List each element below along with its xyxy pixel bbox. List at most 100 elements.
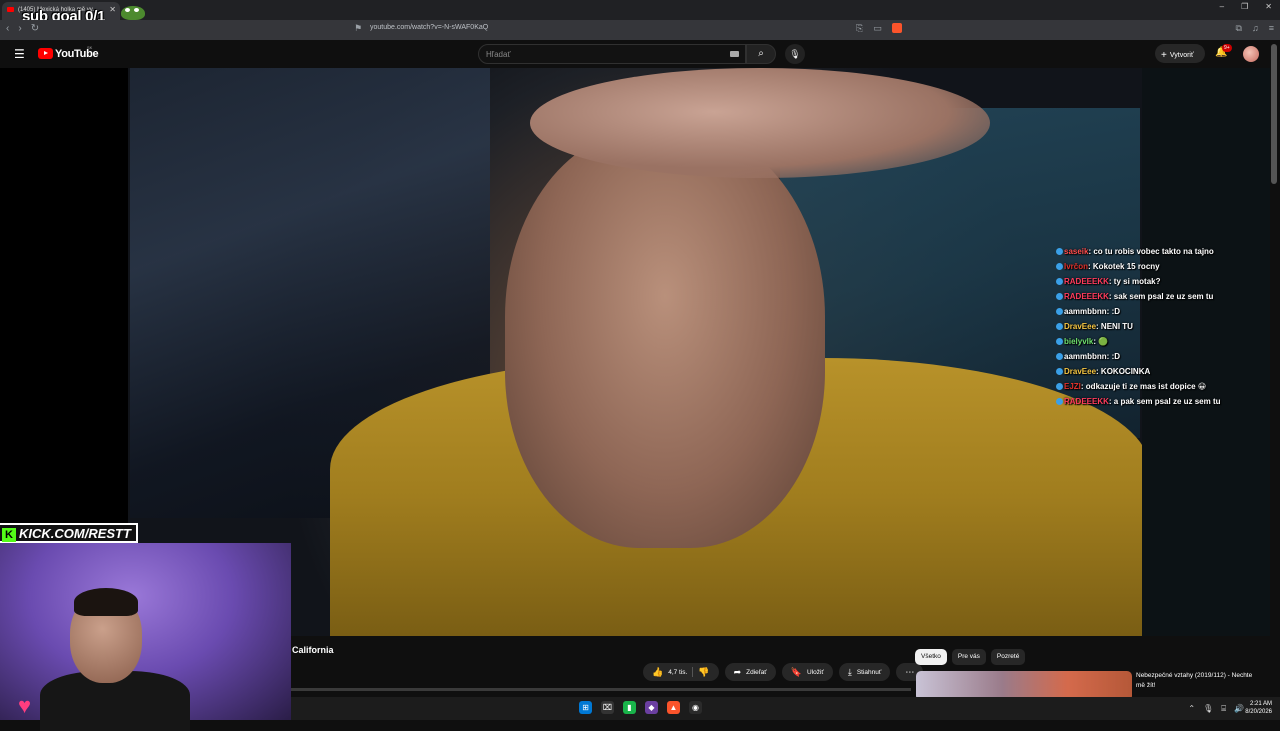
tray-expand-icon[interactable]: ⌃ bbox=[1188, 704, 1195, 714]
chat-username: bielyvlk bbox=[1064, 337, 1094, 346]
search-placeholder: Hľadať bbox=[486, 50, 511, 59]
bookmark-icon[interactable]: ⚑ bbox=[354, 23, 362, 34]
mic-tray-icon[interactable]: 🎙 bbox=[1203, 704, 1213, 714]
app-green-icon[interactable]: ▮ bbox=[623, 701, 636, 714]
taskbar-clock[interactable]: 2:21 AM 8/20/2026 bbox=[1245, 700, 1272, 716]
search-button[interactable]: ⌕ bbox=[746, 44, 776, 64]
youtube-favicon-icon bbox=[7, 7, 14, 12]
close-window-icon[interactable]: ✕ bbox=[1265, 2, 1272, 11]
chat-text: ty si motak? bbox=[1113, 277, 1161, 286]
hamburger-menu-icon[interactable]: ☰ bbox=[14, 47, 25, 61]
chat-message: DravEee: NENI TU bbox=[1056, 321, 1226, 332]
network-icon[interactable]: ⌸ bbox=[1221, 704, 1226, 714]
frog-emote-icon bbox=[121, 6, 145, 20]
plus-icon: + bbox=[1161, 50, 1167, 61]
video-actions: 👍 4,7 tis. 👎 ➦ Zdieľať 🔖 Uložiť ⤓ Stiahnuť ⋯ bbox=[643, 663, 924, 681]
youtube-header: ☰ YouTube SK Hľadať ⌕ 🎙 + Vytvoriť 🔔 9+ bbox=[0, 40, 1280, 68]
like-count: 4,7 tis. bbox=[668, 668, 688, 676]
chat-badge-icon bbox=[1056, 293, 1063, 300]
back-icon[interactable]: ‹ bbox=[6, 23, 9, 34]
recommended-video-title[interactable]: Nebezpečné vztahy (2019/112) - Nechte mě… bbox=[1136, 671, 1256, 691]
like-button[interactable]: 👍 4,7 tis. 👎 bbox=[643, 663, 719, 681]
brave-shield-icon[interactable] bbox=[891, 23, 902, 33]
account-avatar[interactable] bbox=[1243, 46, 1259, 62]
obs-icon[interactable]: ◉ bbox=[689, 701, 702, 714]
search-input[interactable]: Hľadať bbox=[478, 44, 746, 64]
chat-badge-icon bbox=[1056, 263, 1063, 270]
chip-for-you[interactable]: Pre vás bbox=[951, 649, 986, 665]
chat-message: saseik: co tu robis vobec takto na tajno bbox=[1056, 246, 1226, 257]
chat-message: Ivrčon: Kokotek 15 rocny bbox=[1056, 261, 1226, 272]
minimize-icon[interactable]: – bbox=[1220, 2, 1224, 11]
create-button[interactable]: + Vytvoriť bbox=[1155, 44, 1205, 63]
window-controls: – ❐ ✕ bbox=[1220, 2, 1272, 11]
heart-icon: ♥ bbox=[18, 693, 32, 718]
chat-badge-icon bbox=[1056, 353, 1063, 360]
forward-icon[interactable]: › bbox=[18, 23, 21, 34]
clock-date: 8/20/2026 bbox=[1245, 709, 1272, 715]
media-icon[interactable]: ♫ bbox=[1252, 23, 1259, 34]
microphone-icon: 🎙 bbox=[789, 49, 801, 59]
terminal-icon[interactable]: ⌧ bbox=[601, 701, 614, 714]
chip-all[interactable]: Všetko bbox=[915, 649, 947, 665]
streamer-webcam: ♥ bbox=[0, 543, 291, 731]
taskbar-apps: ⊞ ⌧ ▮ ◆ ▲ ◉ bbox=[579, 701, 702, 714]
browser-menu-icon[interactable]: ≡ bbox=[1269, 23, 1274, 34]
chat-text: KOKOCINKA bbox=[1100, 367, 1151, 376]
restore-icon[interactable]: ❐ bbox=[1241, 2, 1248, 11]
volume-icon[interactable]: 🔊 bbox=[1234, 704, 1244, 714]
kick-channel-banner: K KICK.COM/RESTT bbox=[0, 523, 138, 543]
download-icon: ⤓ bbox=[847, 666, 852, 677]
app-purple-icon[interactable]: ◆ bbox=[645, 701, 658, 714]
tab-close-icon[interactable]: ✕ bbox=[109, 5, 116, 14]
chat-text: a pak sem psal ze uz sem tu bbox=[1113, 397, 1221, 406]
chat-badge-icon bbox=[1056, 368, 1063, 375]
chat-badge-icon bbox=[1056, 278, 1063, 285]
horizontal-scrollbar[interactable] bbox=[291, 688, 911, 691]
page-scrollbar[interactable] bbox=[1271, 44, 1277, 184]
chat-badge-icon bbox=[1056, 338, 1063, 345]
windows-start-icon[interactable]: ⊞ bbox=[579, 701, 592, 714]
chat-badge-icon bbox=[1056, 323, 1063, 330]
chat-text: NENI TU bbox=[1100, 322, 1133, 331]
chat-username: EJZI bbox=[1064, 382, 1081, 391]
kick-logo-icon: K bbox=[2, 528, 16, 542]
chat-message: DravEee: KOKOCINKA bbox=[1056, 366, 1226, 377]
video-letterbox-left bbox=[0, 68, 128, 523]
chat-badge-icon bbox=[1056, 248, 1063, 255]
voice-search-button[interactable]: 🎙 bbox=[785, 44, 805, 64]
browser-toolbar-right: ⧉ ♫ ≡ bbox=[1236, 23, 1274, 34]
chat-text: :D bbox=[1111, 352, 1121, 361]
thumbs-down-icon[interactable]: 👎 bbox=[698, 667, 709, 678]
share-label: Zdieľať bbox=[746, 668, 767, 676]
notification-count-badge: 9+ bbox=[1222, 44, 1232, 52]
chat-username: DravEee bbox=[1064, 322, 1097, 331]
chat-username: RADEEEKK bbox=[1064, 397, 1109, 406]
keyboard-icon[interactable] bbox=[730, 51, 739, 57]
search-icon: ⌕ bbox=[758, 48, 764, 59]
save-button[interactable]: 🔖 Uložiť bbox=[781, 663, 833, 681]
url-field[interactable]: youtube.com/watch?v=-N-sWAF0KaQ bbox=[370, 24, 488, 31]
download-label: Stiahnuť bbox=[856, 668, 882, 676]
browser-tab-bar: (1405) Mexická holka mě vy... ✕ – ❐ ✕ bbox=[0, 0, 1280, 20]
recommendation-chips: Všetko Pre vás Pozreté bbox=[915, 649, 1026, 665]
reload-icon[interactable]: ↻ bbox=[31, 23, 39, 34]
system-tray: ⌃ 🎙 ⌸ 🔊 bbox=[1188, 704, 1244, 714]
chat-badge-icon bbox=[1056, 383, 1063, 390]
download-button[interactable]: ⤓ Stiahnuť bbox=[838, 663, 891, 681]
cast-icon[interactable]: ▭ bbox=[873, 23, 882, 34]
save-label: Uložiť bbox=[806, 668, 824, 676]
chat-text: co tu robis vobec takto na tajno bbox=[1093, 247, 1214, 256]
chip-watched[interactable]: Pozreté bbox=[990, 649, 1026, 665]
windows-taskbar: ⊞ ⌧ ▮ ◆ ▲ ◉ ⌃ 🎙 ⌸ 🔊 2:21 AM 8/20/2026 bbox=[291, 697, 1280, 720]
youtube-logo-icon[interactable] bbox=[38, 48, 53, 59]
chat-message: RADEEEKK: a pak sem psal ze uz sem tu bbox=[1056, 396, 1226, 407]
extensions-icon[interactable]: ⧉ bbox=[1236, 23, 1242, 34]
bookmark-save-icon: 🔖 bbox=[790, 666, 802, 677]
share-button[interactable]: ➦ Zdieľať bbox=[724, 663, 776, 681]
brave-browser-icon[interactable]: ▲ bbox=[667, 701, 680, 714]
translate-icon[interactable]: ⎘ bbox=[856, 23, 863, 34]
country-code: SK bbox=[87, 45, 93, 50]
chat-message: bielyvlk: 🟢 bbox=[1056, 336, 1226, 347]
chat-text: 🟢 bbox=[1098, 337, 1109, 346]
